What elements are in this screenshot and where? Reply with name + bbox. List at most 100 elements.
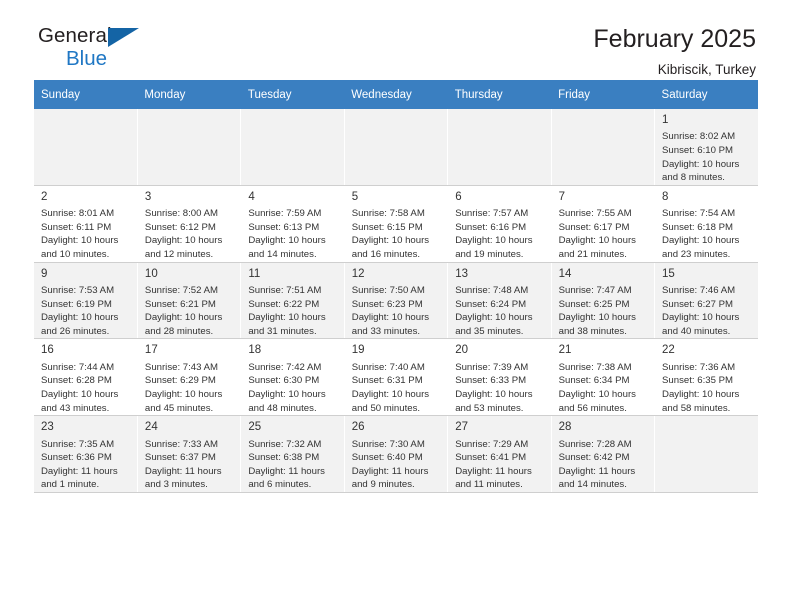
sun-times-detail: Sunrise: 7:47 AM Sunset: 6:25 PM Dayligh… xyxy=(558,285,636,337)
calendar-cell-content: 20 Sunrise: 7:39 AM Sunset: 6:33 PM Dayli… xyxy=(448,339,550,415)
sun-times-detail: Sunrise: 7:57 AM Sunset: 6:16 PM Dayligh… xyxy=(455,208,533,261)
calendar-week-row: 2 Sunrise: 8:01 AM Sunset: 6:11 PM Daylig… xyxy=(34,185,758,263)
calendar-cell-content: 10 Sunrise: 7:52 AM Sunset: 6:21 PM Dayli… xyxy=(138,263,240,339)
sun-times-detail: Sunrise: 7:54 AM Sunset: 6:18 PM Dayligh… xyxy=(662,208,740,261)
sun-times-detail: Sunrise: 7:33 AM Sunset: 6:37 PM Dayligh… xyxy=(144,438,222,491)
title-block: February 2025 Kibriscik, Turkey xyxy=(593,26,758,78)
calendar-cell-content: 11 Sunrise: 7:51 AM Sunset: 6:22 PM Dayli… xyxy=(241,263,343,339)
calendar-day-cell[interactable]: 5 Sunrise: 7:58 AM Sunset: 6:15 PM Daylig… xyxy=(344,185,449,263)
calendar-day-cell[interactable]: 21 Sunrise: 7:38 AM Sunset: 6:34 PM Dayli… xyxy=(551,338,656,417)
blue-triangle-icon xyxy=(108,28,139,47)
calendar-day-cell[interactable]: 23 Sunrise: 7:35 AM Sunset: 6:36 PM Dayli… xyxy=(34,415,138,494)
calendar-day-cell[interactable]: 26 Sunrise: 7:30 AM Sunset: 6:40 PM Dayli… xyxy=(344,415,449,494)
day-number: 24 xyxy=(144,421,158,434)
calendar-week-row: 23 Sunrise: 7:35 AM Sunset: 6:36 PM Dayli… xyxy=(34,415,758,494)
weekday-header-row: Sunday Monday Tuesday Wednesday Thursday… xyxy=(34,80,758,109)
day-number: 28 xyxy=(558,421,572,434)
sun-times-detail: Sunrise: 7:39 AM Sunset: 6:33 PM Dayligh… xyxy=(455,361,533,414)
calendar-day-cell[interactable]: 3 Sunrise: 8:00 AM Sunset: 6:12 PM Daylig… xyxy=(137,185,242,263)
calendar-day-cell[interactable]: 15 Sunrise: 7:46 AM Sunset: 6:27 PM Dayli… xyxy=(654,262,758,340)
sun-times-detail: Sunrise: 7:30 AM Sunset: 6:40 PM Dayligh… xyxy=(351,438,429,491)
calendar-cell-content: 22 Sunrise: 7:36 AM Sunset: 6:35 PM Dayli… xyxy=(655,339,758,415)
calendar-cell-content: 4 Sunrise: 7:59 AM Sunset: 6:13 PM Daylig… xyxy=(241,186,343,262)
day-number: 16 xyxy=(41,344,54,357)
sun-times-detail: Sunrise: 7:32 AM Sunset: 6:38 PM Dayligh… xyxy=(248,438,325,491)
calendar-day-cell[interactable]: 10 Sunrise: 7:52 AM Sunset: 6:21 PM Dayli… xyxy=(137,262,242,340)
sun-times-detail: Sunrise: 7:43 AM Sunset: 6:29 PM Dayligh… xyxy=(144,361,223,414)
calendar-cell-empty xyxy=(551,109,656,186)
calendar-day-cell[interactable]: 17 Sunrise: 7:43 AM Sunset: 6:29 PM Dayli… xyxy=(137,338,242,417)
day-number: 14 xyxy=(558,267,572,280)
calendar-page: General Blue February 2025 Kibriscik, Tu… xyxy=(0,0,792,612)
calendar-cell-content: 24 Sunrise: 7:33 AM Sunset: 6:37 PM Dayli… xyxy=(138,416,240,492)
calendar-day-cell[interactable]: 6 Sunrise: 7:57 AM Sunset: 6:16 PM Daylig… xyxy=(447,185,552,263)
day-number: 25 xyxy=(248,421,262,434)
day-number: 3 xyxy=(144,190,152,203)
day-number: 27 xyxy=(455,421,468,434)
weekday-header-friday: Friday xyxy=(551,80,655,109)
calendar-week-row: 9 Sunrise: 7:53 AM Sunset: 6:19 PM Daylig… xyxy=(34,262,758,340)
brand-name-general: General xyxy=(38,24,112,47)
calendar-day-cell[interactable]: 9 Sunrise: 7:53 AM Sunset: 6:19 PM Daylig… xyxy=(34,262,138,340)
calendar-day-cell[interactable]: 24 Sunrise: 7:33 AM Sunset: 6:37 PM Dayli… xyxy=(137,415,242,494)
page-header: General Blue February 2025 Kibriscik, Tu… xyxy=(34,0,758,77)
calendar-cell-content: 19 Sunrise: 7:40 AM Sunset: 6:31 PM Dayli… xyxy=(345,339,447,415)
day-number: 21 xyxy=(558,344,572,357)
calendar-day-cell[interactable]: 19 Sunrise: 7:40 AM Sunset: 6:31 PM Dayli… xyxy=(344,338,449,417)
calendar-day-cell[interactable]: 4 Sunrise: 7:59 AM Sunset: 6:13 PM Daylig… xyxy=(240,185,345,263)
calendar-day-cell[interactable]: 11 Sunrise: 7:51 AM Sunset: 6:22 PM Dayli… xyxy=(240,262,345,340)
calendar-day-cell[interactable]: 13 Sunrise: 7:48 AM Sunset: 6:24 PM Dayli… xyxy=(447,262,552,340)
calendar-day-cell[interactable]: 7 Sunrise: 7:55 AM Sunset: 6:17 PM Daylig… xyxy=(551,185,656,263)
calendar-cell-content: 28 Sunrise: 7:28 AM Sunset: 6:42 PM Dayli… xyxy=(552,416,654,492)
day-number: 20 xyxy=(455,344,468,357)
calendar-week-row: 1 Sunrise: 8:02 AM Sunset: 6:10 PM Daylig… xyxy=(34,109,758,186)
calendar-day-cell[interactable]: 14 Sunrise: 7:47 AM Sunset: 6:25 PM Dayli… xyxy=(551,262,656,340)
calendar-day-cell[interactable]: 8 Sunrise: 7:54 AM Sunset: 6:18 PM Daylig… xyxy=(654,185,758,263)
sun-times-detail: Sunrise: 8:01 AM Sunset: 6:11 PM Dayligh… xyxy=(41,208,119,261)
calendar-day-cell[interactable]: 1 Sunrise: 8:02 AM Sunset: 6:10 PM Daylig… xyxy=(654,109,758,186)
calendar-day-cell[interactable]: 2 Sunrise: 8:01 AM Sunset: 6:11 PM Daylig… xyxy=(34,185,138,263)
calendar-cell-content: 3 Sunrise: 8:00 AM Sunset: 6:12 PM Daylig… xyxy=(138,186,240,262)
day-number: 26 xyxy=(351,421,365,434)
calendar-cell-content: 12 Sunrise: 7:50 AM Sunset: 6:23 PM Dayli… xyxy=(345,263,447,339)
day-number: 12 xyxy=(351,267,365,280)
calendar-cell-content: 21 Sunrise: 7:38 AM Sunset: 6:34 PM Dayli… xyxy=(552,339,654,415)
calendar-day-cell[interactable]: 28 Sunrise: 7:28 AM Sunset: 6:42 PM Dayli… xyxy=(551,415,656,494)
calendar-cell-content: 2 Sunrise: 8:01 AM Sunset: 6:11 PM Daylig… xyxy=(34,186,137,262)
day-number: 5 xyxy=(351,190,359,203)
weekday-header-tuesday: Tuesday xyxy=(240,80,345,109)
weekday-header-monday: Monday xyxy=(137,80,241,109)
calendar-day-cell[interactable]: 16 Sunrise: 7:44 AM Sunset: 6:28 PM Dayli… xyxy=(34,338,138,417)
calendar-cell-content: 15 Sunrise: 7:46 AM Sunset: 6:27 PM Dayli… xyxy=(655,263,758,339)
sun-times-detail: Sunrise: 7:48 AM Sunset: 6:24 PM Dayligh… xyxy=(455,285,533,337)
calendar-cell-content: 25 Sunrise: 7:32 AM Sunset: 6:38 PM Dayli… xyxy=(241,416,343,492)
calendar-day-cell[interactable]: 18 Sunrise: 7:42 AM Sunset: 6:30 PM Dayli… xyxy=(240,338,345,417)
calendar-day-cell[interactable]: 20 Sunrise: 7:39 AM Sunset: 6:33 PM Dayli… xyxy=(447,338,552,417)
sun-times-detail: Sunrise: 7:42 AM Sunset: 6:30 PM Dayligh… xyxy=(248,361,326,414)
calendar-cell-content: 17 Sunrise: 7:43 AM Sunset: 6:29 PM Dayli… xyxy=(138,339,240,415)
sun-times-detail: Sunrise: 7:40 AM Sunset: 6:31 PM Dayligh… xyxy=(351,361,430,414)
day-number: 13 xyxy=(455,267,468,280)
sun-times-detail: Sunrise: 7:36 AM Sunset: 6:35 PM Dayligh… xyxy=(662,361,740,414)
brand-name-blue: Blue xyxy=(66,46,108,70)
calendar-day-cell[interactable]: 25 Sunrise: 7:32 AM Sunset: 6:38 PM Dayli… xyxy=(240,415,345,494)
calendar-cell-content: 8 Sunrise: 7:54 AM Sunset: 6:18 PM Daylig… xyxy=(655,186,758,262)
sun-times-detail: Sunrise: 7:44 AM Sunset: 6:28 PM Dayligh… xyxy=(41,361,119,414)
sun-times-detail: Sunrise: 7:28 AM Sunset: 6:42 PM Dayligh… xyxy=(558,438,636,491)
brand-logo[interactable]: General Blue xyxy=(34,24,158,78)
calendar-cell-empty xyxy=(654,415,758,494)
calendar-cell-content: 18 Sunrise: 7:42 AM Sunset: 6:30 PM Dayli… xyxy=(241,339,343,415)
calendar-cell-empty xyxy=(447,109,552,186)
calendar-day-cell[interactable]: 27 Sunrise: 7:29 AM Sunset: 6:41 PM Dayli… xyxy=(447,415,552,494)
day-number: 6 xyxy=(455,190,462,203)
calendar-day-cell[interactable]: 22 Sunrise: 7:36 AM Sunset: 6:35 PM Dayli… xyxy=(654,338,758,417)
day-number: 17 xyxy=(144,344,158,357)
calendar-cell-content: 26 Sunrise: 7:30 AM Sunset: 6:40 PM Dayli… xyxy=(345,416,447,492)
calendar-day-cell[interactable]: 12 Sunrise: 7:50 AM Sunset: 6:23 PM Dayli… xyxy=(344,262,449,340)
calendar-cell-content: 6 Sunrise: 7:57 AM Sunset: 6:16 PM Daylig… xyxy=(448,186,550,262)
sun-times-detail: Sunrise: 7:50 AM Sunset: 6:23 PM Dayligh… xyxy=(351,285,430,337)
calendar-cell-content: 9 Sunrise: 7:53 AM Sunset: 6:19 PM Daylig… xyxy=(34,263,137,339)
calendar-cell-content: 13 Sunrise: 7:48 AM Sunset: 6:24 PM Dayli… xyxy=(448,263,550,339)
sun-times-detail: Sunrise: 7:46 AM Sunset: 6:27 PM Dayligh… xyxy=(662,285,740,337)
sun-times-detail: Sunrise: 7:29 AM Sunset: 6:41 PM Dayligh… xyxy=(455,438,532,491)
